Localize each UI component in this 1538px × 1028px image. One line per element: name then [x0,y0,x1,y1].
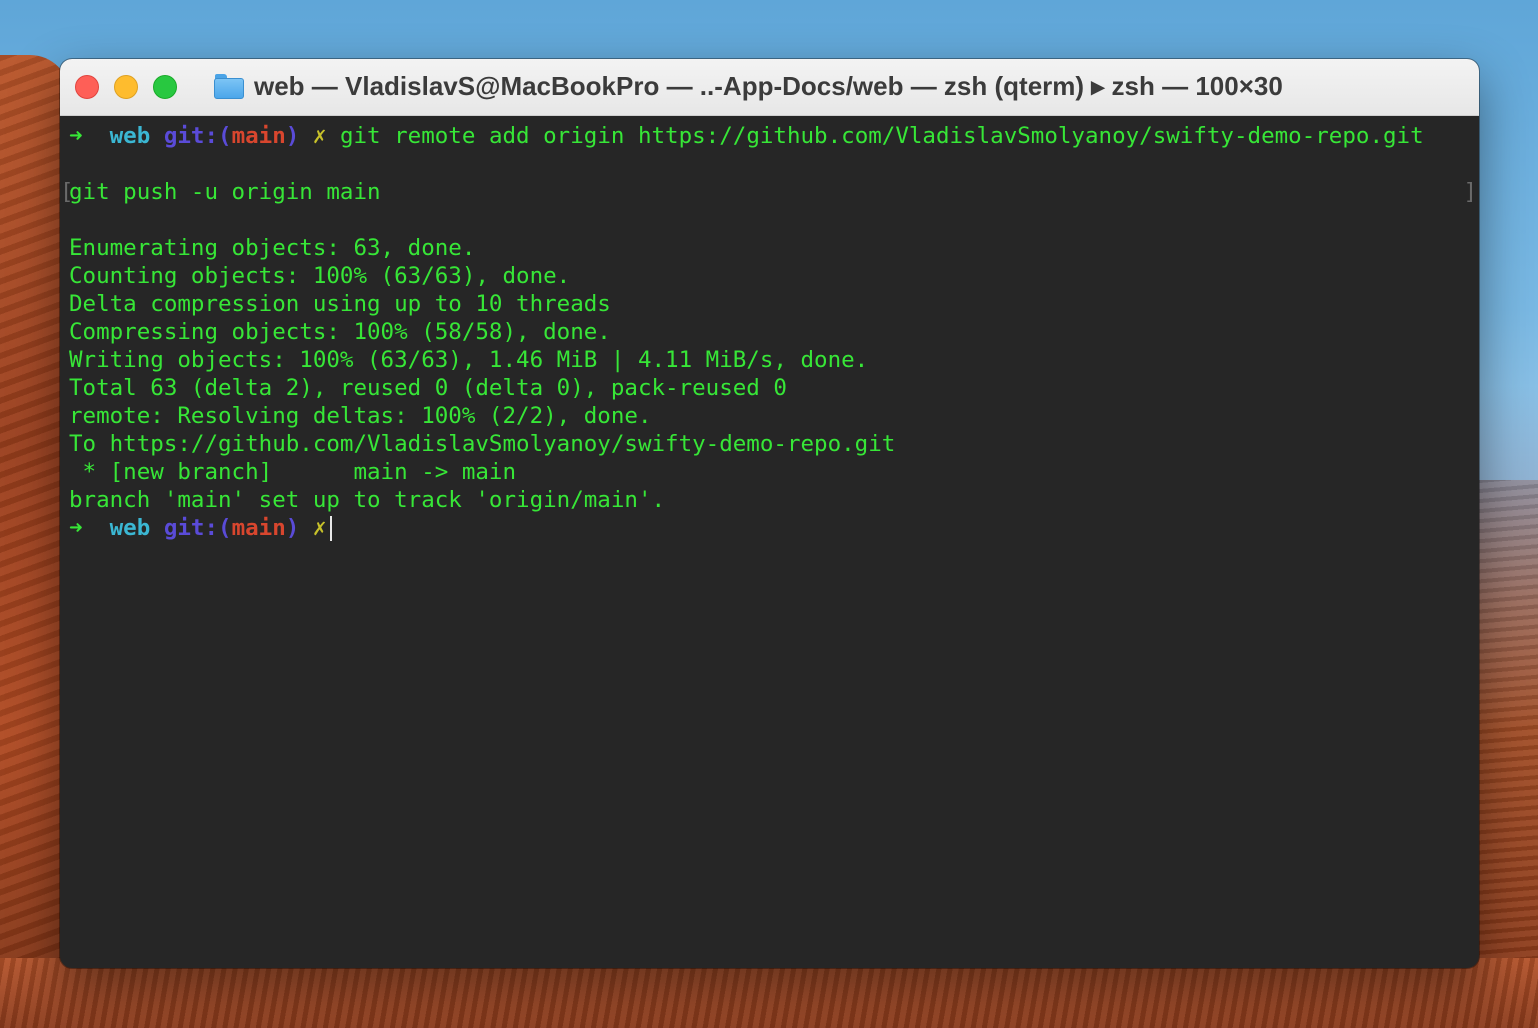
prompt-branch: main [231,123,286,149]
window-title-group: web — VladislavS@MacBookPro — ..-App-Doc… [214,69,1283,103]
window-title: web — VladislavS@MacBookPro — ..-App-Doc… [254,70,1283,101]
output-line: Enumerating objects: 63, done. [69,235,476,261]
prompt-branch-close: ) [285,123,300,149]
window-controls [75,75,177,99]
command-text: git push -u origin main [69,179,381,205]
prompt-dirty-icon: ✗ [312,123,327,149]
prompt-git-label: git: [163,515,219,541]
output-line: Total 63 (delta 2), reused 0 (delta 0), … [69,375,787,401]
prompt-line: ➜ web git:(main) ✗ git remote add origin… [69,122,1479,150]
prompt-dirty-icon: ✗ [312,515,327,541]
close-button[interactable] [75,75,99,99]
prompt-arrow-icon: ➜ [69,515,83,541]
terminal-content[interactable]: ➜ web git:(main) ✗ git remote add origin… [60,116,1479,968]
text-cursor[interactable] [330,516,333,541]
output-line: Delta compression using up to 10 threads [69,291,611,317]
minimize-button[interactable] [114,75,138,99]
prompt-git-label: git: [163,123,219,149]
title-bar[interactable]: web — VladislavS@MacBookPro — ..-App-Doc… [60,59,1479,116]
prompt-branch-open: ( [218,515,232,541]
selection-bracket-right: ] [1463,179,1477,205]
terminal-window[interactable]: web — VladislavS@MacBookPro — ..-App-Doc… [60,59,1479,968]
zoom-button[interactable] [153,75,177,99]
output-line: * [new branch] main -> main [69,459,517,485]
folder-icon[interactable] [214,73,244,99]
prompt-branch: main [231,515,286,541]
output-line: Compressing objects: 100% (58/58), done. [69,319,611,345]
prompt-directory: web [109,515,151,541]
selection-bracket-left: [ [60,179,74,205]
command-text: git remote add origin https://github.com… [339,123,1424,149]
prompt-line: ➜ web git:(main) ✗ [69,514,1479,542]
output-line: remote: Resolving deltas: 100% (2/2), do… [69,403,652,429]
output-line: Counting objects: 100% (63/63), done. [69,263,571,289]
output-line: branch 'main' set up to track 'origin/ma… [69,487,666,513]
prompt-branch-close: ) [285,515,300,541]
desktop-ground [0,958,1538,1028]
command-line: [git push -u origin main] [60,178,1479,206]
prompt-arrow-icon: ➜ [69,123,83,149]
prompt-branch-open: ( [218,123,232,149]
output-line: Writing objects: 100% (63/63), 1.46 MiB … [69,347,869,373]
output-line: To https://github.com/VladislavSmolyanoy… [69,431,896,457]
prompt-directory: web [109,123,151,149]
